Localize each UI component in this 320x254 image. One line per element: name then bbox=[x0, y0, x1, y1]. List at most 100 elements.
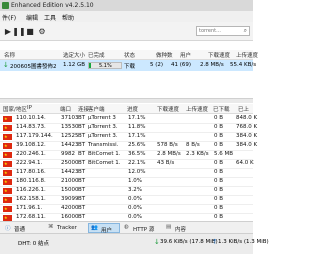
col-ip[interactable]: IP bbox=[27, 105, 32, 111]
search-input[interactable] bbox=[197, 27, 239, 35]
progress-text: 5.1% bbox=[99, 63, 112, 69]
col-downloaded[interactable]: 已下载 bbox=[213, 105, 230, 113]
peer-table-header: 国家/地区 IP 端口 连接 客户端 进度 下载速度 上传速度 已下载 已上 bbox=[0, 104, 253, 114]
col-up-speed[interactable]: 上传速度 bbox=[236, 51, 258, 59]
gear-icon[interactable]: ⚙ bbox=[37, 26, 47, 36]
tab-tracker[interactable]: ⌘ Tracker bbox=[46, 223, 86, 233]
flag-icon: ★ bbox=[3, 125, 12, 131]
tab-general[interactable]: ⓘ 普通 bbox=[3, 223, 45, 233]
peer-client: μTorrent 3. bbox=[88, 124, 118, 130]
peer-port: 42000 bbox=[61, 205, 79, 211]
torrent-peers: 41 (69) bbox=[171, 62, 192, 68]
peer-downloaded: 5.6 MB bbox=[214, 151, 234, 157]
col-down-speed[interactable]: 下载速度 bbox=[208, 51, 230, 59]
folder-icon: ▤ bbox=[166, 224, 172, 230]
peer-client: μTorrent 3. bbox=[88, 133, 118, 139]
menu-file[interactable]: 件(F) bbox=[2, 13, 16, 22]
col-seeds[interactable]: 做种数 bbox=[156, 51, 173, 59]
tab-content[interactable]: ▤ 内容 bbox=[164, 223, 196, 233]
peer-client: μTorrent 3 bbox=[88, 115, 116, 121]
title-bar: Enhanced Edition v4.2.5.10 bbox=[0, 0, 253, 11]
peer-progress: 0.0% bbox=[128, 214, 142, 220]
search-box[interactable]: ⌕ bbox=[196, 26, 250, 36]
toolbar: ▶ ❚❚ ■ ⚙ ⌕ bbox=[0, 22, 253, 41]
peer-client: BitComet 1. bbox=[88, 151, 121, 157]
flag-icon: ★ bbox=[3, 134, 12, 140]
torrent-size: 1.12 GB bbox=[63, 62, 86, 68]
col-status[interactable]: 状态 bbox=[124, 51, 135, 59]
upload-speed: 1.3 KiB/s (1.3 MiB) bbox=[218, 239, 269, 245]
peer-conn: BT bbox=[78, 142, 86, 148]
col-progress[interactable]: 已完成 bbox=[88, 51, 105, 59]
download-speed: 39.6 KiB/s (17.8 MiB) bbox=[160, 239, 218, 245]
torrent-status: 下载 bbox=[124, 64, 136, 70]
col-country[interactable]: 国家/地区 bbox=[3, 105, 27, 113]
peer-down: 578 B/s bbox=[157, 142, 178, 148]
peer-progress: 0.0% bbox=[128, 205, 142, 211]
col-peers[interactable]: 用户 bbox=[180, 51, 191, 59]
peer-progress: 0.0% bbox=[128, 196, 142, 202]
col-port[interactable]: 端口 bbox=[60, 105, 71, 113]
flag-icon: ★ bbox=[3, 206, 12, 212]
peer-ip: 220.246.1. bbox=[16, 151, 46, 157]
peer-conn: BT bbox=[78, 169, 86, 175]
tracker-icon: ⌘ bbox=[48, 224, 54, 230]
torrent-down-speed: 2.8 MB/s bbox=[200, 62, 224, 68]
peer-ip: 117.179.144. bbox=[16, 133, 53, 139]
col-up[interactable]: 上传速度 bbox=[186, 105, 208, 113]
peer-client: BitComet 1. bbox=[88, 160, 121, 166]
pane-splitter[interactable] bbox=[0, 98, 253, 103]
peer-conn: BT bbox=[78, 196, 86, 202]
col-name[interactable]: 名称 bbox=[4, 51, 15, 59]
col-client[interactable]: 客户端 bbox=[88, 105, 105, 113]
peer-downloaded: 0 B bbox=[214, 142, 224, 148]
peer-conn: BT bbox=[78, 133, 86, 139]
download-speed-icon: ↓ bbox=[154, 238, 160, 246]
menu-help[interactable]: 帮助 bbox=[62, 13, 74, 22]
progress-fill bbox=[89, 63, 91, 68]
peer-port: 25000 bbox=[61, 160, 79, 166]
globe-icon: ◍ bbox=[124, 224, 129, 230]
peer-port: 16000 bbox=[61, 214, 79, 220]
peer-port: 14423 bbox=[61, 169, 79, 175]
peer-conn: BT bbox=[78, 115, 86, 121]
torrent-seeds: 5 (2) bbox=[150, 62, 164, 68]
stop-icon[interactable]: ■ bbox=[25, 26, 35, 36]
peer-ip: 180.116.8. bbox=[16, 178, 46, 184]
flag-icon: ★ bbox=[3, 161, 12, 167]
peer-port: 15000 bbox=[61, 187, 79, 193]
peer-client: Transmissi. bbox=[88, 142, 119, 148]
peer-downloaded: 0 B bbox=[214, 169, 224, 175]
peer-downloaded: 0 B bbox=[214, 124, 224, 130]
col-down[interactable]: 下载速度 bbox=[157, 105, 179, 113]
peer-port: 14423 bbox=[61, 142, 79, 148]
torrent-row[interactable]: ↓ 200605圖書發佈2 1.12 GB 下载 5 (2) 41 (69) 2… bbox=[0, 60, 256, 71]
progress-bar: 5.1% bbox=[88, 62, 122, 69]
peer-progress: 25.6% bbox=[128, 142, 146, 148]
menu-edit[interactable]: 编辑 bbox=[26, 13, 38, 22]
peer-conn: BT bbox=[78, 124, 86, 130]
peer-conn: BT bbox=[78, 214, 86, 220]
upload-speed-icon: ↑ bbox=[212, 238, 218, 246]
info-icon: ⓘ bbox=[5, 226, 11, 232]
flag-icon: ★ bbox=[3, 188, 12, 194]
col-uploaded[interactable]: 已上 bbox=[238, 105, 249, 113]
peer-progress: 1.0% bbox=[128, 178, 142, 184]
tab-peers[interactable]: 👥 用户 bbox=[88, 223, 120, 234]
peer-progress: 11.8% bbox=[128, 124, 146, 130]
peer-ip: 171.96.1. bbox=[16, 205, 43, 211]
peer-downloaded: 0 B bbox=[214, 178, 224, 184]
app-icon bbox=[2, 2, 9, 9]
peer-downloaded: 0 B bbox=[214, 115, 224, 121]
tab-http-sources[interactable]: ◍ HTTP 源 bbox=[122, 223, 162, 233]
peer-progress: 17.1% bbox=[128, 115, 146, 121]
peer-downloaded: 0 B bbox=[214, 187, 224, 193]
col-size[interactable]: 选定大小 bbox=[63, 51, 85, 59]
peer-ip: 117.80.16. bbox=[16, 169, 46, 175]
peer-conn: BT bbox=[78, 151, 86, 157]
window-title: Enhanced Edition v4.2.5.10 bbox=[11, 2, 94, 9]
peer-downloaded: 0 B bbox=[214, 214, 224, 220]
menu-tools[interactable]: 工具 bbox=[44, 13, 56, 22]
col-progress[interactable]: 进度 bbox=[127, 105, 138, 113]
pause-icon[interactable]: ❚❚ bbox=[12, 26, 25, 36]
